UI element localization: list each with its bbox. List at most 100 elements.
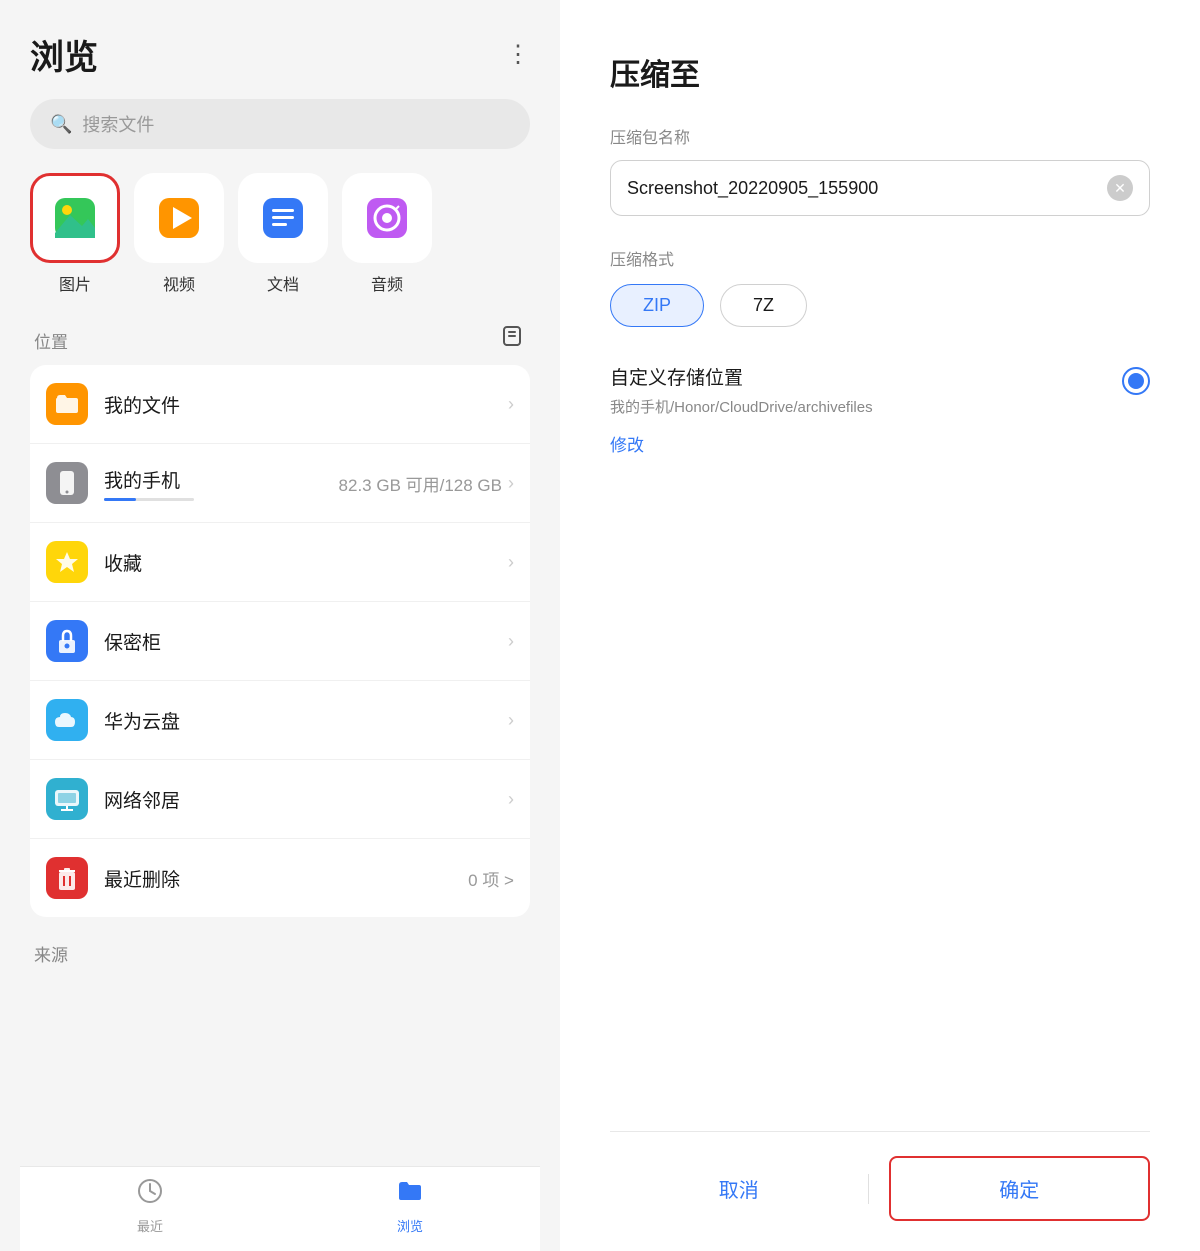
audio-icon-box — [342, 173, 432, 263]
folder-icon — [54, 391, 80, 417]
format-label: 压缩格式 — [610, 246, 1150, 270]
format-7z-button[interactable]: 7Z — [720, 284, 807, 327]
docs-icon — [258, 193, 308, 243]
huawei-cloud-icon — [46, 699, 88, 741]
action-divider — [868, 1174, 869, 1204]
broom-icon — [498, 323, 526, 351]
cloud-icon — [53, 709, 81, 731]
browse-tab-label: 浏览 — [397, 1216, 423, 1235]
left-panel: 浏览 ⋮ 🔍 搜索文件 图片 — [0, 0, 560, 1251]
custom-storage-left: 自定义存储位置 我的手机/Honor/CloudDrive/archivefil… — [610, 363, 873, 417]
category-row: 图片 视频 文档 — [30, 173, 530, 295]
network-chevron: › — [508, 789, 514, 810]
my-files-content: 我的文件 — [104, 391, 492, 418]
my-files-chevron: › — [508, 394, 514, 415]
compress-title: 压缩至 — [610, 50, 1150, 94]
network-icon — [46, 778, 88, 820]
cancel-button[interactable]: 取消 — [610, 1158, 868, 1219]
my-phone-right: 82.3 GB 可用/128 GB › — [339, 471, 514, 496]
custom-storage-path: 我的手机/Honor/CloudDrive/archivefiles — [610, 396, 873, 417]
network-name: 网络邻居 — [104, 791, 180, 812]
audio-icon — [362, 193, 412, 243]
search-bar[interactable]: 🔍 搜索文件 — [30, 99, 530, 149]
favorites-chevron: › — [508, 552, 514, 573]
images-label: 图片 — [59, 271, 91, 295]
safe-icon — [46, 620, 88, 662]
video-icon — [154, 193, 204, 243]
recently-deleted-icon — [46, 857, 88, 899]
list-item-network[interactable]: 网络邻居 › — [30, 760, 530, 839]
storage-bar-fill — [104, 498, 136, 501]
docs-icon-box — [238, 173, 328, 263]
storage-bar — [104, 498, 194, 501]
right-panel: 压缩至 压缩包名称 Screenshot_20220905_155900 ✕ 压… — [560, 0, 1200, 1251]
category-video[interactable]: 视频 — [134, 173, 224, 295]
huawei-cloud-content: 华为云盘 — [104, 707, 492, 734]
huawei-cloud-name: 华为云盘 — [104, 712, 180, 733]
clear-name-button[interactable]: ✕ — [1107, 175, 1133, 201]
format-zip-button[interactable]: ZIP — [610, 284, 704, 327]
safe-content: 保密柜 — [104, 628, 492, 655]
my-phone-content: 我的手机 — [104, 466, 323, 501]
category-images[interactable]: 图片 — [30, 173, 120, 295]
category-audio[interactable]: 音频 — [342, 173, 432, 295]
favorites-content: 收藏 — [104, 549, 492, 576]
my-files-name: 我的文件 — [104, 396, 180, 417]
my-phone-name: 我的手机 — [104, 471, 180, 492]
format-row: ZIP 7Z — [610, 284, 1150, 327]
list-item-my-files[interactable]: 我的文件 › — [30, 365, 530, 444]
source-section: 来源 — [20, 941, 540, 966]
search-icon: 🔍 — [50, 114, 72, 135]
tab-recent[interactable]: 最近 — [20, 1177, 280, 1235]
location-title: 位置 — [34, 328, 68, 353]
location-section-header: 位置 — [20, 323, 540, 357]
recently-deleted-right: 0 项 > — [468, 866, 514, 891]
phone-icon — [56, 470, 78, 496]
more-icon[interactable]: ⋮ — [506, 40, 530, 69]
custom-storage-title: 自定义存储位置 — [610, 363, 873, 390]
network-icon-svg — [53, 786, 81, 812]
list-item-my-phone[interactable]: 我的手机 82.3 GB 可用/128 GB › — [30, 444, 530, 523]
video-icon-box — [134, 173, 224, 263]
list-item-recently-deleted[interactable]: 最近删除 0 项 > — [30, 839, 530, 917]
my-phone-storage: 82.3 GB 可用/128 GB — [339, 471, 502, 496]
network-content: 网络邻居 — [104, 786, 492, 813]
my-files-icon — [46, 383, 88, 425]
video-label: 视频 — [163, 271, 195, 295]
list-item-huawei-cloud[interactable]: 华为云盘 › — [30, 681, 530, 760]
category-docs[interactable]: 文档 — [238, 173, 328, 295]
clean-icon[interactable] — [498, 323, 526, 357]
favorites-name: 收藏 — [104, 554, 142, 575]
custom-storage-section: 自定义存储位置 我的手机/Honor/CloudDrive/archivefil… — [610, 363, 1150, 417]
location-list: 我的文件 › 我的手机 82.3 GB 可用/128 GB › — [30, 365, 530, 917]
images-icon — [50, 193, 100, 243]
lock-icon — [55, 628, 79, 654]
bottom-tab-bar: 最近 浏览 — [20, 1166, 540, 1251]
favorites-icon — [46, 541, 88, 583]
recent-tab-icon — [136, 1177, 164, 1212]
clock-icon — [136, 1177, 164, 1205]
panel-header: 浏览 ⋮ — [20, 30, 540, 79]
panel-title: 浏览 — [30, 30, 98, 79]
custom-storage-radio[interactable] — [1122, 367, 1150, 395]
huawei-cloud-chevron: › — [508, 710, 514, 731]
audio-label: 音频 — [371, 271, 403, 295]
recently-deleted-name: 最近删除 — [104, 870, 180, 891]
browse-tab-icon — [396, 1177, 424, 1212]
docs-label: 文档 — [267, 271, 299, 295]
recently-deleted-count: 0 项 > — [468, 866, 514, 891]
list-item-favorites[interactable]: 收藏 › — [30, 523, 530, 602]
tab-browse[interactable]: 浏览 — [280, 1177, 540, 1235]
folder-tab-icon — [396, 1177, 424, 1205]
name-input-row[interactable]: Screenshot_20220905_155900 ✕ — [610, 160, 1150, 216]
confirm-button[interactable]: 确定 — [889, 1156, 1151, 1221]
action-row: 取消 确定 — [610, 1131, 1150, 1251]
star-icon — [54, 549, 80, 575]
images-icon-box — [30, 173, 120, 263]
modify-link[interactable]: 修改 — [610, 431, 1150, 456]
list-item-safe[interactable]: 保密柜 › — [30, 602, 530, 681]
safe-chevron: › — [508, 631, 514, 652]
source-title: 来源 — [34, 946, 68, 965]
safe-name: 保密柜 — [104, 633, 161, 654]
name-field-label: 压缩包名称 — [610, 124, 1150, 148]
